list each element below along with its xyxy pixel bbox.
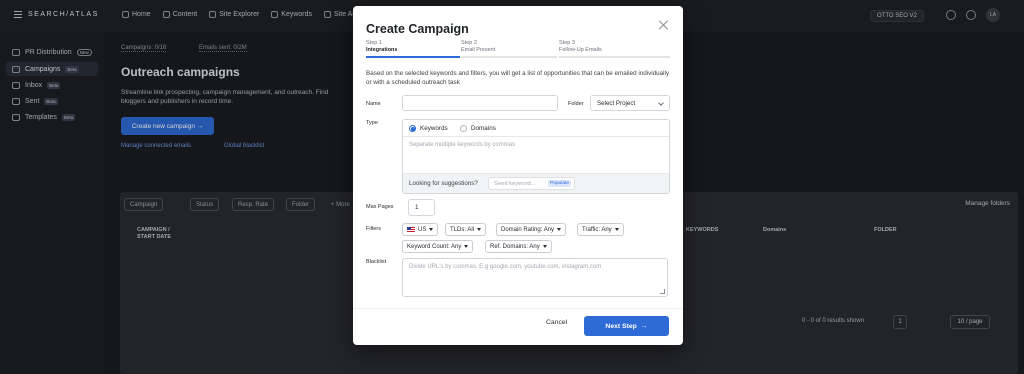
radio-keywords[interactable]: Keywords [409, 125, 448, 132]
footer-divider [353, 308, 683, 309]
step-progress-active [366, 56, 460, 58]
keywords-textarea[interactable]: Separate multiple keywords by commas [409, 142, 515, 148]
type-label: Type [366, 120, 378, 126]
filter-domain-rating[interactable]: Domain Rating: Any [496, 223, 567, 236]
step-follow-up[interactable]: Step 3 Follow-Up Emails [559, 40, 655, 53]
filter-keyword-count[interactable]: Keyword Count: Any [402, 240, 474, 253]
caret-down-icon [542, 245, 547, 248]
step-email-present[interactable]: Step 2 Email Present [461, 40, 557, 53]
caret-down-icon [464, 245, 469, 248]
suggestions-bar: Looking for suggestions? Seed keyword...… [403, 173, 669, 193]
filter-tlds-label: TLDs: All [450, 226, 475, 233]
caret-down-icon [614, 228, 619, 231]
filter-traffic-label: Traffic: Any [582, 226, 612, 233]
divider [403, 136, 669, 137]
filter-tlds[interactable]: TLDs: All [445, 223, 487, 236]
next-step-button[interactable]: Next Step → [584, 316, 669, 336]
modal-title: Create Campaign [366, 22, 469, 36]
radio-dot [460, 125, 467, 132]
step-title: Follow-Up Emails [559, 46, 602, 53]
filter-domain-rating-label: Domain Rating: Any [501, 226, 555, 233]
seed-placeholder: Seed keyword... [494, 180, 536, 187]
next-step-label: Next Step [605, 322, 637, 330]
caret-down-icon [477, 228, 482, 231]
filter-country-label: US [418, 226, 427, 233]
blacklist-label: Blacklist [366, 259, 387, 265]
step-title: Email Present [461, 46, 496, 53]
step-progress-line [461, 56, 557, 58]
filters-label: Filters [366, 226, 381, 232]
blacklist-placeholder: Divide URL's by commas. E.g google.com, … [409, 264, 602, 270]
folder-label: Folder [568, 101, 584, 107]
step-progress-line [559, 56, 670, 58]
name-input[interactable] [402, 95, 558, 111]
filter-ref-domains[interactable]: Ref. Domains: Any [485, 240, 552, 253]
radio-domains-label: Domains [471, 125, 496, 132]
filter-ref-domains-label: Ref. Domains: Any [490, 243, 540, 250]
folder-select-value: Select Project [597, 99, 636, 107]
caret-down-icon [429, 228, 434, 231]
filter-keyword-count-label: Keyword Count: Any [407, 243, 462, 250]
blacklist-textarea[interactable]: Divide URL's by commas. E.g google.com, … [402, 258, 668, 297]
intro-text: Based on the selected keywords and filte… [366, 70, 670, 86]
radio-domains[interactable]: Domains [460, 125, 496, 132]
name-label: Name [366, 101, 381, 107]
filter-traffic[interactable]: Traffic: Any [577, 223, 624, 236]
close-icon[interactable] [658, 19, 670, 31]
arrow-right-icon: → [640, 322, 648, 330]
create-campaign-modal: Create Campaign Step 1 Integrations Step… [353, 6, 683, 345]
step-integrations[interactable]: Step 1 Integrations [366, 40, 462, 53]
populate-button[interactable]: Populate [548, 180, 571, 187]
folder-select[interactable]: Select Project [590, 95, 670, 111]
us-flag-icon [407, 226, 415, 233]
filter-country[interactable]: US [402, 223, 439, 236]
max-pages-label: Max Pages [366, 204, 394, 210]
caret-down-icon [557, 228, 562, 231]
radio-keywords-label: Keywords [420, 125, 448, 132]
radio-dot [409, 125, 416, 132]
seed-keyword-input[interactable]: Seed keyword... Populate [488, 177, 575, 190]
step-title: Integrations [366, 46, 398, 53]
resize-handle-icon[interactable] [660, 289, 665, 294]
max-pages-input[interactable]: 1 [408, 199, 435, 216]
type-box: Keywords Domains Separate multiple keywo… [402, 119, 670, 194]
cancel-button[interactable]: Cancel [546, 319, 567, 326]
chevron-down-icon [658, 100, 664, 106]
suggestions-label: Looking for suggestions? [409, 180, 478, 187]
